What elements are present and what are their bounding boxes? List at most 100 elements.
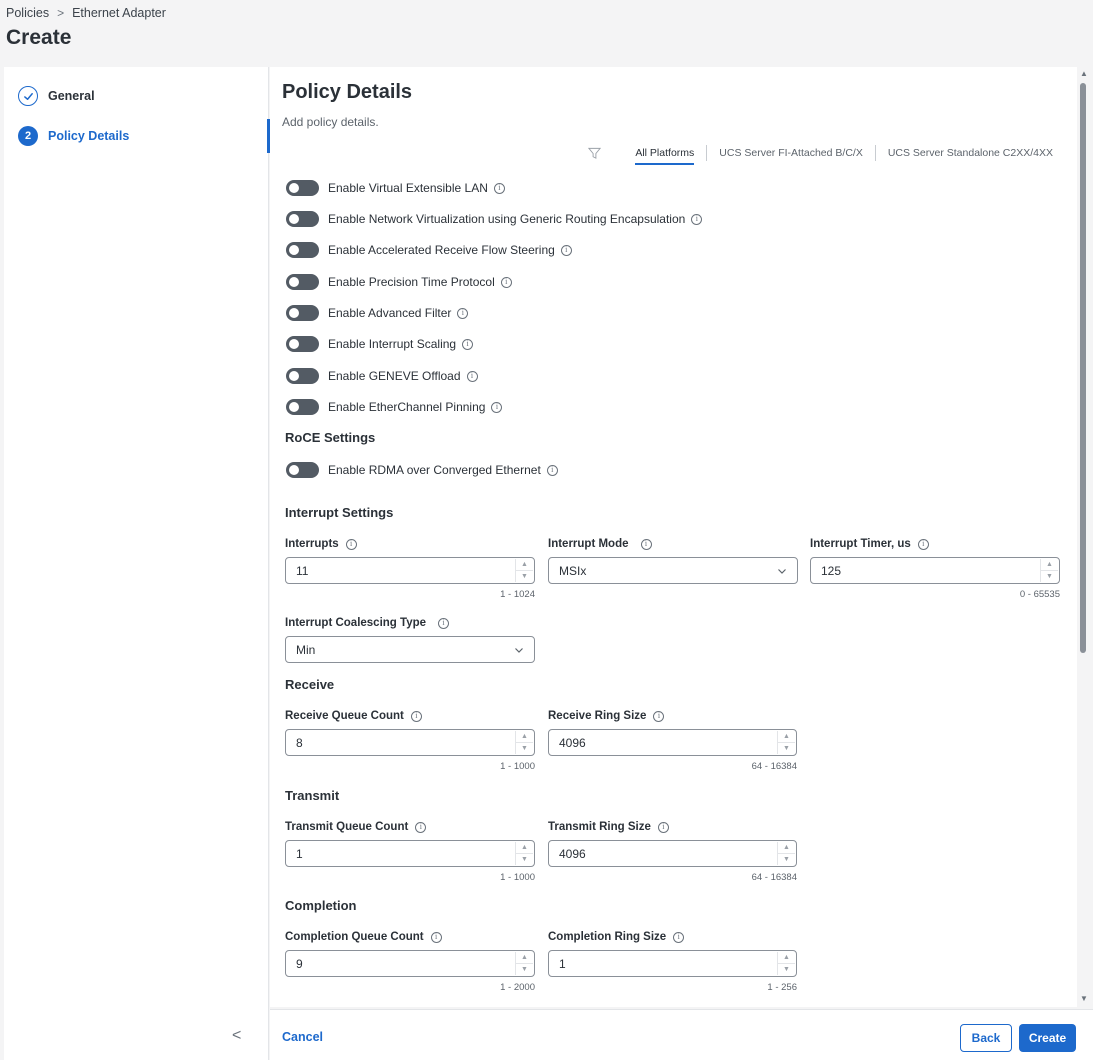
chevron-up-icon[interactable]: ▲	[1041, 559, 1058, 571]
completion-ring-size-input[interactable]: 1 ▲ ▼	[548, 950, 797, 977]
back-button[interactable]: Back	[960, 1024, 1012, 1052]
info-icon[interactable]: i	[691, 213, 703, 225]
chevron-up-icon[interactable]: ▲	[516, 842, 533, 854]
info-icon[interactable]: i	[657, 821, 669, 833]
info-icon[interactable]: i	[410, 710, 422, 722]
interrupts-input[interactable]: 11 ▲ ▼	[285, 557, 535, 584]
chevron-up-icon[interactable]: ▲	[778, 952, 795, 964]
coalescing-type-select[interactable]: Min	[285, 636, 535, 663]
toggle-row-ptp: Enable Precision Time Protocol i	[286, 274, 512, 290]
wizard-step-policy-details[interactable]: 2 Policy Details	[18, 126, 129, 146]
info-icon[interactable]: i	[560, 244, 572, 256]
info-icon[interactable]: i	[415, 821, 427, 833]
filter-icon[interactable]	[588, 147, 602, 160]
coalescing-type-label-text: Interrupt Coalescing Type	[285, 617, 427, 629]
toggle-row-geneve: Enable GENEVE Offload i	[286, 368, 478, 384]
toggle-row-etherchannel: Enable EtherChannel Pinning i	[286, 399, 503, 415]
interrupts-stepper[interactable]: ▲ ▼	[515, 559, 533, 582]
receive-heading: Receive	[285, 677, 335, 692]
chevron-down-icon	[515, 648, 523, 653]
toggle-row-advanced-filter: Enable Advanced Filter i	[286, 305, 469, 321]
info-icon[interactable]: i	[493, 182, 505, 194]
vxlan-toggle[interactable]	[286, 180, 319, 196]
receive-ring-size-stepper[interactable]: ▲ ▼	[777, 731, 795, 754]
chevron-down-icon[interactable]: ▼	[516, 964, 533, 975]
info-icon[interactable]: i	[653, 710, 665, 722]
interrupt-mode-select[interactable]: MSIx	[548, 557, 798, 584]
toggle-label: Enable Network Virtualization using Gene…	[328, 212, 686, 226]
geneve-toggle[interactable]	[286, 368, 319, 384]
ptp-toggle[interactable]	[286, 274, 319, 290]
wizard-step-general[interactable]: General	[18, 86, 95, 106]
chevron-down-icon[interactable]: ▼	[778, 854, 795, 865]
tab-ucs-standalone[interactable]: UCS Server Standalone C2XX/4XX	[876, 145, 1065, 161]
chevron-down-icon[interactable]: ▼	[516, 571, 533, 582]
chevron-down-icon[interactable]: ▼	[516, 743, 533, 754]
completion-queue-count-range: 1 - 2000	[500, 982, 535, 993]
transmit-ring-size-input[interactable]: 4096 ▲ ▼	[548, 840, 797, 867]
wizard-steps-panel: General 2 Policy Details <	[4, 67, 270, 1060]
content-scrollbar[interactable]: ▲ ▼	[1077, 67, 1089, 1007]
transmit-ring-size-label: Transmit Ring Size i	[548, 821, 669, 833]
scroll-up-icon[interactable]: ▲	[1080, 69, 1088, 78]
info-icon[interactable]: i	[640, 538, 652, 550]
info-icon[interactable]: i	[917, 538, 929, 550]
info-icon[interactable]: i	[345, 538, 357, 550]
completion-ring-size-stepper[interactable]: ▲ ▼	[777, 952, 795, 975]
scroll-down-icon[interactable]: ▼	[1080, 994, 1088, 1003]
chevron-down-icon[interactable]: ▼	[778, 964, 795, 975]
interrupt-scaling-toggle[interactable]	[286, 336, 319, 352]
chevron-up-icon[interactable]: ▲	[516, 559, 533, 571]
scrollbar-thumb[interactable]	[1080, 83, 1086, 653]
section-subtitle: Add policy details.	[282, 115, 379, 129]
transmit-ring-size-stepper[interactable]: ▲ ▼	[777, 842, 795, 865]
receive-ring-size-input[interactable]: 4096 ▲ ▼	[548, 729, 797, 756]
info-icon[interactable]: i	[546, 464, 558, 476]
completion-queue-count-label-text: Completion Queue Count	[285, 931, 424, 943]
completion-queue-count-stepper[interactable]: ▲ ▼	[515, 952, 533, 975]
info-icon[interactable]: i	[462, 338, 474, 350]
chevron-up-icon[interactable]: ▲	[778, 731, 795, 743]
transmit-queue-count-input[interactable]: 1 ▲ ▼	[285, 840, 535, 867]
receive-queue-count-stepper[interactable]: ▲ ▼	[515, 731, 533, 754]
info-icon[interactable]: i	[438, 617, 450, 629]
arfs-toggle[interactable]	[286, 242, 319, 258]
cancel-button[interactable]: Cancel	[282, 1030, 323, 1044]
transmit-queue-count-stepper[interactable]: ▲ ▼	[515, 842, 533, 865]
create-button[interactable]: Create	[1019, 1024, 1076, 1052]
etherchannel-toggle[interactable]	[286, 399, 319, 415]
chevron-down-icon	[778, 569, 786, 574]
chevron-down-icon[interactable]: ▼	[1041, 571, 1058, 582]
info-icon[interactable]: i	[430, 931, 442, 943]
advanced-filter-toggle[interactable]	[286, 305, 319, 321]
info-icon[interactable]: i	[466, 370, 478, 382]
tab-all-platforms[interactable]: All Platforms	[623, 145, 706, 165]
info-icon[interactable]: i	[491, 401, 503, 413]
interrupt-timer-stepper[interactable]: ▲ ▼	[1040, 559, 1058, 582]
toggle-row-arfs: Enable Accelerated Receive Flow Steering…	[286, 242, 572, 258]
transmit-ring-size-value: 4096	[559, 846, 586, 861]
tab-ucs-fi-attached[interactable]: UCS Server FI-Attached B/C/X	[707, 145, 875, 161]
nvgre-toggle[interactable]	[286, 211, 319, 227]
roce-settings-heading: RoCE Settings	[285, 430, 376, 445]
receive-ring-size-label-text: Receive Ring Size	[548, 710, 647, 722]
interrupt-timer-input[interactable]: 125 ▲ ▼	[810, 557, 1060, 584]
interrupt-mode-value: MSIx	[559, 563, 587, 578]
chevron-up-icon[interactable]: ▲	[516, 731, 533, 743]
chevron-up-icon[interactable]: ▲	[778, 842, 795, 854]
completion-queue-count-input[interactable]: 9 ▲ ▼	[285, 950, 535, 977]
receive-queue-count-input[interactable]: 8 ▲ ▼	[285, 729, 535, 756]
breadcrumb-ethernet-adapter-link[interactable]: Ethernet Adapter	[72, 6, 166, 20]
rdma-toggle[interactable]	[286, 462, 319, 478]
chevron-up-icon[interactable]: ▲	[516, 952, 533, 964]
interrupts-label: Interrupts i	[285, 538, 357, 550]
chevron-down-icon[interactable]: ▼	[516, 854, 533, 865]
chevron-down-icon[interactable]: ▼	[778, 743, 795, 754]
info-icon[interactable]: i	[500, 276, 512, 288]
interrupt-timer-label-text: Interrupt Timer, us	[810, 538, 911, 550]
interrupts-range: 1 - 1024	[500, 589, 535, 600]
breadcrumb-policies-link[interactable]: Policies	[6, 6, 49, 20]
info-icon[interactable]: i	[457, 307, 469, 319]
collapse-panel-button[interactable]: <	[232, 1027, 241, 1045]
info-icon[interactable]: i	[673, 931, 685, 943]
